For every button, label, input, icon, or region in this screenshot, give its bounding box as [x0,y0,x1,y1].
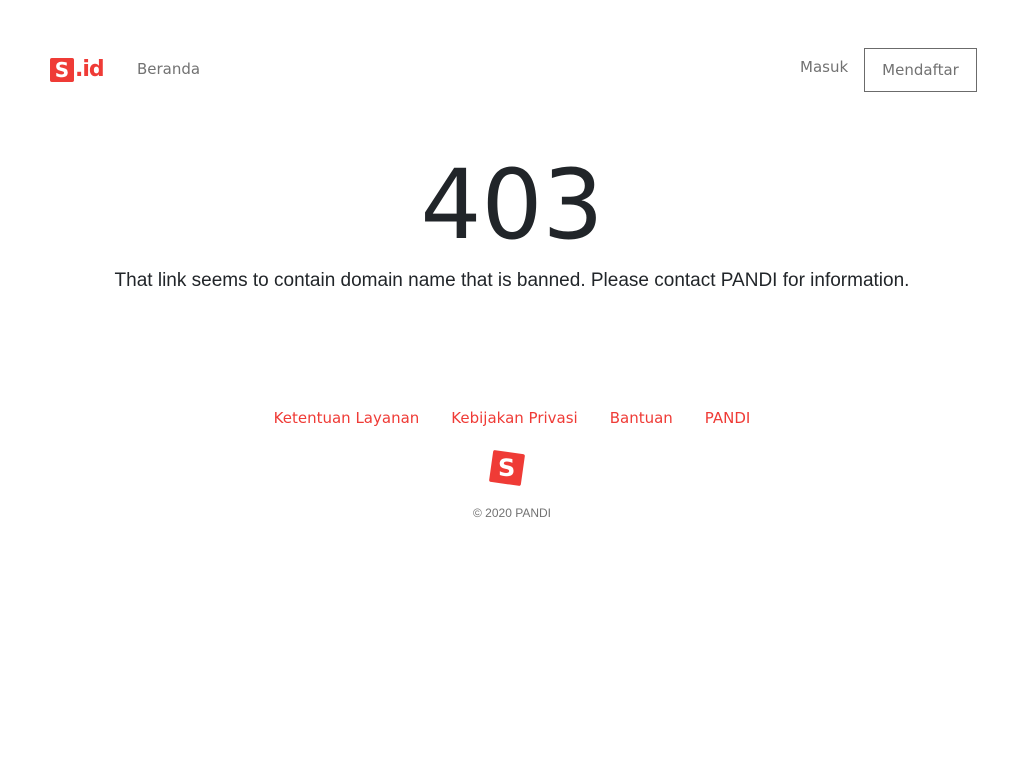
error-code: 403 [420,149,604,261]
footer-link-privacy[interactable]: Kebijakan Privasi [451,409,577,427]
footer-link-terms[interactable]: Ketentuan Layanan [274,409,420,427]
footer-link-help[interactable]: Bantuan [610,409,673,427]
footer-logo-letter: S [498,453,516,482]
login-link[interactable]: Masuk [800,58,848,76]
error-message: That link seems to contain domain name t… [114,270,910,291]
footer-nav: Ketentuan Layanan Kebijakan Privasi Bant… [0,409,1024,427]
copyright-text: © 2020 PANDI [473,506,551,520]
footer-link-pandi[interactable]: PANDI [705,409,751,427]
logo-suffix: .id [75,57,105,82]
page: S .id Beranda Masuk Mendaftar 403 That l… [0,0,1024,768]
logo-s-icon: S [50,58,74,82]
nav-home-link[interactable]: Beranda [137,60,200,78]
footer-logo-icon: S [488,449,526,487]
register-button[interactable]: Mendaftar [864,48,977,92]
site-logo-link[interactable]: S .id [50,57,105,83]
